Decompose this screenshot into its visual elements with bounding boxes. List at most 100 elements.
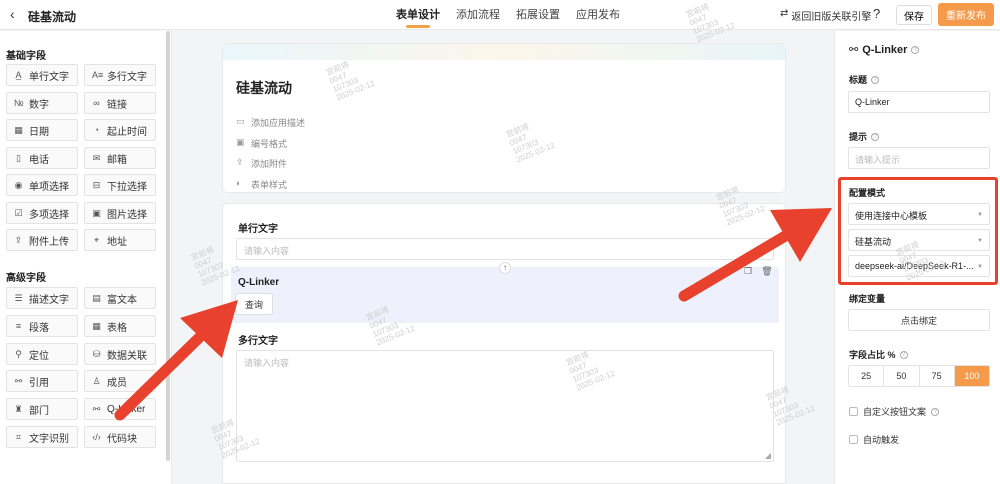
info-icon[interactable]: ? <box>931 407 940 416</box>
field-address[interactable]: ⌖ 地址 <box>84 229 156 251</box>
basic-fields-title: 基础字段 <box>6 51 46 62</box>
tab-extend-settings[interactable]: 拓展设置 <box>516 0 560 30</box>
field-time-range[interactable]: ◔ 起止时间 <box>84 119 156 141</box>
field-label: 多行文字 <box>107 71 147 83</box>
field-link[interactable]: ∞ 链接 <box>84 92 156 114</box>
field-label: 多项选择 <box>29 209 69 221</box>
app-title: 硅基流动 <box>28 10 77 24</box>
field-image-choice[interactable]: ▣ 图片选择 <box>84 202 156 224</box>
multi-line-textarea[interactable]: 请输入内容 ◢ <box>236 350 774 462</box>
field-attachment[interactable]: ⇪ 附件上传 <box>6 229 78 251</box>
width-option-100[interactable]: 100 <box>954 366 989 386</box>
add-description-option[interactable]: ▭ 添加应用描述 <box>236 116 305 129</box>
paragraph-icon: ≡ <box>15 321 22 331</box>
help-icon[interactable]: ? <box>873 6 880 21</box>
info-icon[interactable]: ? <box>871 132 880 141</box>
old-version-label: 返回旧版关联引擎 <box>791 12 872 23</box>
field-email[interactable]: ✉ 邮箱 <box>84 147 156 169</box>
width-label-text: 字段占比 % <box>849 350 896 360</box>
number-format-option[interactable]: ▣ 编号格式 <box>236 137 287 150</box>
linker-icon: ⚯ <box>92 403 101 414</box>
copy-icon[interactable]: ❐ <box>741 266 755 280</box>
field-multi-choice[interactable]: ☑ 多项选择 <box>6 202 78 224</box>
image-icon: ▣ <box>92 207 101 218</box>
republish-button[interactable]: 重新发布 <box>938 3 994 26</box>
move-up-icon[interactable]: ↑ <box>499 262 511 274</box>
resize-handle-icon[interactable]: ◢ <box>765 451 771 460</box>
mail-icon: ✉ <box>92 152 101 163</box>
field-number[interactable]: № 数字 <box>6 92 78 114</box>
info-icon[interactable]: ? <box>899 350 908 359</box>
field-phone[interactable]: ▯ 电话 <box>6 147 78 169</box>
field-member[interactable]: ♙ 成员 <box>84 370 156 392</box>
field-paragraph[interactable]: ≡ 段落 <box>6 315 78 337</box>
checkbox[interactable] <box>849 407 858 416</box>
field-label: 表格 <box>107 322 127 334</box>
tab-form-design[interactable]: 表单设计 <box>396 0 440 30</box>
form-style-option[interactable]: ◐ 表单样式 <box>236 178 287 191</box>
option-label: 添加应用描述 <box>251 118 306 128</box>
checkbox[interactable] <box>849 435 858 444</box>
save-button[interactable]: 保存 <box>896 5 932 25</box>
link-icon: ∞ <box>93 98 100 108</box>
description-icon: ☰ <box>14 292 23 303</box>
left-scrollbar[interactable] <box>166 31 170 461</box>
field-data-relation[interactable]: ⛁ 数据关联 <box>84 343 156 365</box>
field-department[interactable]: ♜ 部门 <box>6 398 78 420</box>
comment-icon: ▭ <box>236 116 245 126</box>
option-label: 表单样式 <box>251 180 288 190</box>
provider-select[interactable]: 硅基流动 ▼ <box>848 229 990 251</box>
text-icon: A̲ <box>15 70 22 80</box>
clock-icon: ◔ <box>93 125 100 135</box>
field-label: 富文本 <box>107 294 137 306</box>
width-option-75[interactable]: 75 <box>920 366 955 386</box>
location-icon: ⌖ <box>93 234 100 245</box>
single-line-input[interactable]: 请输入内容 <box>236 238 774 260</box>
query-button[interactable]: 查询 <box>235 293 273 315</box>
field-table[interactable]: ▦ 表格 <box>84 315 156 337</box>
field-q-linker[interactable]: ⚯ Q-Linker <box>84 398 156 420</box>
tab-add-flow[interactable]: 添加流程 <box>456 0 500 30</box>
model-select[interactable]: deepseek-ai/DeepSeek-R1-... ▼ <box>848 255 990 277</box>
field-description-text[interactable]: ☰ 描述文字 <box>6 287 78 309</box>
field-dropdown[interactable]: ⊟ 下拉选择 <box>84 174 156 196</box>
field-reference[interactable]: ⚯ 引用 <box>6 370 78 392</box>
bind-variable-button[interactable]: 点击绑定 <box>848 309 990 331</box>
field-ocr[interactable]: ⌗ 文字识别 <box>6 426 78 448</box>
auto-trigger-checkbox[interactable]: 自动触发 <box>849 433 899 446</box>
title-input[interactable]: Q-Linker <box>848 91 990 113</box>
form-title[interactable]: 硅基流动 <box>236 78 292 98</box>
form-header-card[interactable]: 硅基流动 ▭ 添加应用描述 ▣ 编号格式 ⇪ 添加附件 ◐ 表单样式 <box>222 43 786 193</box>
field-date[interactable]: ▦ 日期 <box>6 119 78 141</box>
field-code-block[interactable]: ‹/› 代码块 <box>84 426 156 448</box>
chevron-down-icon: ▼ <box>977 238 983 244</box>
field-single-line-text[interactable]: A̲ 单行文字 <box>6 64 78 86</box>
width-option-25[interactable]: 25 <box>849 366 885 386</box>
field-multi-line-text[interactable]: A≡ 多行文字 <box>84 64 156 86</box>
old-version-link[interactable]: ⇄ 返回旧版关联引擎 <box>780 8 871 23</box>
field-label: 定位 <box>29 350 49 362</box>
field-rich-text[interactable]: ▤ 富文本 <box>84 287 156 309</box>
width-option-50[interactable]: 50 <box>884 366 920 386</box>
field-label: 成员 <box>107 377 127 389</box>
field-positioning[interactable]: ⚲ 定位 <box>6 343 78 365</box>
delete-icon[interactable]: 🗑 <box>760 266 774 280</box>
field-single-choice[interactable]: ◉ 单项选择 <box>6 174 78 196</box>
info-icon[interactable]: ? <box>871 75 880 84</box>
tab-app-publish[interactable]: 应用发布 <box>576 0 620 30</box>
properties-title: ⚯ Q-Linker ? <box>849 43 920 56</box>
upload-icon: ⇪ <box>236 157 244 167</box>
info-icon[interactable]: ? <box>911 45 920 54</box>
radio-icon: ◉ <box>14 179 23 190</box>
field-library-panel: 基础字段 A̲ 单行文字 A≡ 多行文字 № 数字 ∞ 链接 ▦ 日期 ◔ 起止时间 ▯ 电话… <box>0 31 172 484</box>
custom-button-text-checkbox[interactable]: 自定义按钮文案? <box>849 405 940 418</box>
single-line-label: 单行文字 <box>238 224 278 235</box>
add-attachment-option[interactable]: ⇪ 添加附件 <box>236 157 287 170</box>
template-select[interactable]: 使用连接中心模板 ▼ <box>848 203 990 225</box>
hint-input[interactable]: 请输入提示 <box>848 147 990 169</box>
back-icon[interactable]: ‹ <box>10 7 15 21</box>
multi-line-label: 多行文字 <box>238 336 278 347</box>
palette-icon: ◐ <box>236 178 242 188</box>
field-label: 引用 <box>29 377 49 389</box>
q-linker-selected-block[interactable] <box>231 267 779 323</box>
